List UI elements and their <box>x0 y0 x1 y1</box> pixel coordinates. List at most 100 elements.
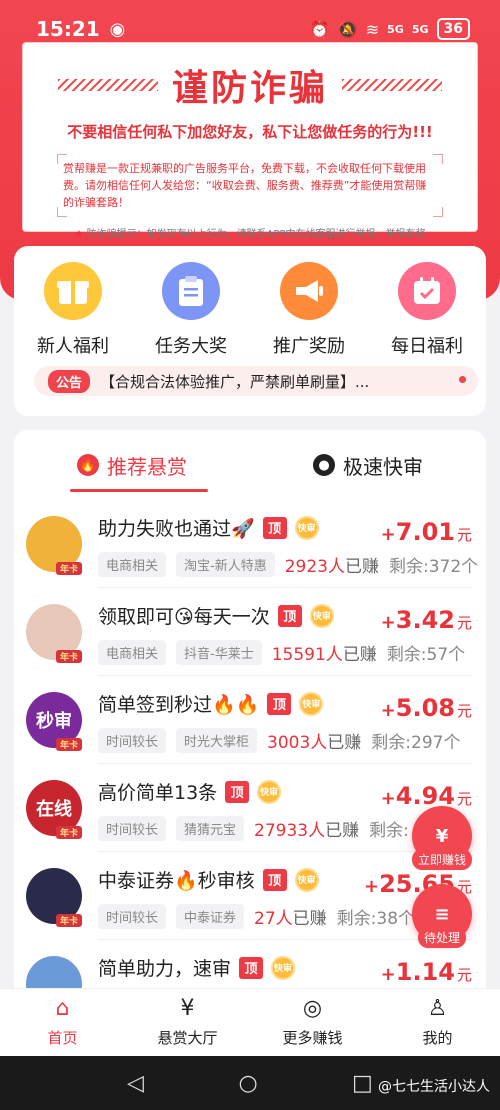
notice-bar[interactable]: 公告 【合规合法体验推广，严禁刷单刷量】... <box>34 366 478 396</box>
price-value: 5.08 <box>395 694 455 722</box>
top-badge: 顶 <box>239 956 264 979</box>
annual-card-badge: 年卡 <box>56 826 83 839</box>
recents-icon[interactable]: □ <box>352 1071 373 1096</box>
price-unit: 元 <box>456 526 472 544</box>
task-meta: 电商相关 抖音-华莱士 15591人已赚 剩余:57个 <box>98 640 465 665</box>
feature-card: 新人福利 任务大奖 推广奖励 每日福利 公告 【合规合法体验推广，严禁刷单刷量】… <box>14 246 486 416</box>
nav-mine[interactable]: ♙ 我的 <box>375 989 500 1056</box>
feature-task-prize[interactable]: 任务大奖 <box>141 262 241 358</box>
earned-count: 3003人已赚 <box>267 728 361 753</box>
home-circle-icon[interactable]: ○ <box>238 1071 257 1096</box>
nav-label: 更多赚钱 <box>282 1029 343 1047</box>
price-plus: + <box>380 788 396 809</box>
mute-icon: 🔕 <box>337 19 358 39</box>
warning-body-box: 赏帮赚是一款正规兼职的广告服务平台，免费下载，不会收取任何下载使用费。请勿相信任… <box>57 154 443 217</box>
watermark: @七七生活小达人 <box>378 1079 490 1095</box>
task-tag: 抖音-华莱士 <box>176 640 262 665</box>
task-row[interactable]: 年卡 助力失败也通过🚀 顶快审 电商相关 淘宝-新人特惠 2923人已赚 剩余:372个 +7… <box>14 500 486 588</box>
task-tag: 猜猜元宝 <box>176 816 245 841</box>
price-value: 1.14 <box>395 958 455 986</box>
notice-dot <box>459 376 466 383</box>
notice-tag: 公告 <box>48 369 91 393</box>
nav-home[interactable]: ⌂ 首页 <box>0 989 125 1056</box>
avatar-text: 秒审 <box>36 711 72 732</box>
feature-new-user[interactable]: 新人福利 <box>23 262 123 358</box>
feature-label: 推广奖励 <box>273 336 345 357</box>
clipboard-icon <box>162 262 220 320</box>
earned-suffix: 已赚 <box>292 909 327 929</box>
notice-text: 【合规合法体验推广，严禁刷单刷量】... <box>100 372 370 391</box>
price-unit: 元 <box>456 702 472 720</box>
hatch-decoration-right <box>342 79 442 91</box>
user-icon: ● <box>313 454 335 476</box>
price-unit: 元 <box>456 790 472 808</box>
feature-promotion[interactable]: 推广奖励 <box>259 262 359 358</box>
status-icons: ⏰ 🔕 ≋ 5G 5G 36 <box>310 18 470 40</box>
nav-reward-hall[interactable]: ¥ 悬赏大厅 <box>125 989 250 1056</box>
fast-review-badge: 快审 <box>299 691 324 716</box>
earned-number: 2923人 <box>284 557 345 577</box>
task-row[interactable]: 年卡 领取即可😘每天一次顶快审 电商相关 抖音-华莱士 15591人已赚 剩余:57个 +3… <box>14 588 486 676</box>
alarm-icon: ⏰ <box>309 19 330 39</box>
tab-fast-review[interactable]: ● 极速快审 <box>250 430 486 500</box>
earned-suffix: 已赚 <box>327 733 362 753</box>
task-tag: 电商相关 <box>98 552 167 577</box>
task-price: +3.42 元 <box>381 606 472 634</box>
task-tag: 中泰证券 <box>176 904 245 929</box>
price-plus: + <box>380 612 396 633</box>
price-plus: + <box>380 524 396 545</box>
earned-number: 27人 <box>254 909 293 929</box>
task-meta: 时间较长 猜猜元宝 27933人已赚 剩余: <box>98 816 409 841</box>
price-unit: 元 <box>456 966 472 984</box>
nav-label: 我的 <box>422 1029 453 1047</box>
nav-more-earn[interactable]: ◎ 更多赚钱 <box>250 989 375 1056</box>
price-plus: + <box>380 964 396 985</box>
fast-review-badge: 快审 <box>271 955 296 980</box>
feature-label: 任务大奖 <box>155 336 227 357</box>
fire-icon: 🔥 <box>77 454 99 476</box>
task-list-card: 🔥 推荐悬赏 ● 极速快审 年卡 助力失败也通过🚀 顶快审 电商相关 淘宝-新人特惠 29… <box>14 430 486 1030</box>
tab-bar: 🔥 推荐悬赏 ● 极速快审 <box>14 430 486 500</box>
task-tag: 时间较长 <box>98 728 167 753</box>
task-row[interactable]: 秒审 年卡 简单签到秒过🔥🔥 顶快审 时间较长 时光大掌柜 3003人已赚 剩余:297个 +5… <box>14 676 486 764</box>
tab-label: 极速快审 <box>343 454 423 479</box>
gamepad-icon: ◎ <box>302 996 323 1021</box>
earned-suffix: 已赚 <box>342 645 377 665</box>
top-badge: 顶 <box>262 868 287 891</box>
remaining-count: 剩余:57个 <box>386 645 466 665</box>
top-badge: 顶 <box>262 516 287 539</box>
megaphone-icon <box>280 262 338 320</box>
signal-icon-2: 5G <box>411 22 429 36</box>
task-tag: 电商相关 <box>98 640 167 665</box>
fast-review-badge: 快审 <box>257 779 282 804</box>
earn-now-button[interactable]: ¥ 立即赚钱 <box>412 806 473 870</box>
fraud-warning-card: 谨防诈骗 不要相信任何私下加您好友，私下让您做任务的行为!!! 赏帮赚是一款正规… <box>22 42 478 240</box>
remaining-count: 剩余:297个 <box>371 733 461 753</box>
task-price: +1.14 元 <box>381 958 472 986</box>
task-meta: 时间较长 中泰证券 27人已赚 剩余:38个 <box>98 904 415 929</box>
nav-label: 悬赏大厅 <box>157 1029 218 1047</box>
tab-label: 推荐悬赏 <box>107 454 187 479</box>
earned-number: 27933人 <box>254 821 326 841</box>
tab-recommended[interactable]: 🔥 推荐悬赏 <box>14 430 250 500</box>
back-icon[interactable]: ◁ <box>127 1071 144 1096</box>
feature-label: 新人福利 <box>37 336 109 357</box>
calendar-icon <box>398 262 456 320</box>
task-title-row: 领取即可😘每天一次顶快审 <box>98 602 334 629</box>
warning-tip: ★ 防诈骗提示：如发现有以上行为，请联系APP内在线客服进行举报，举报有奖 <box>23 225 477 240</box>
earned-count: 27人已赚 <box>254 904 327 929</box>
top-badge: 顶 <box>225 780 250 803</box>
annual-card-badge: 年卡 <box>56 650 83 663</box>
remaining-count: 剩余:372个 <box>388 557 479 577</box>
chat-icon: ≡ <box>434 903 450 925</box>
signal-icon: 5G <box>387 22 404 36</box>
annual-card-badge: 年卡 <box>56 914 83 927</box>
task-title: 助力失败也通过🚀 <box>98 518 255 540</box>
remaining-count: 剩余: <box>369 821 409 841</box>
wifi-icon: ≋ <box>365 19 380 39</box>
earned-number: 15591人 <box>271 645 343 665</box>
pending-button[interactable]: ≡ 待处理 <box>412 884 472 948</box>
nav-label: 首页 <box>47 1029 78 1047</box>
price-plus: + <box>363 876 380 897</box>
feature-daily[interactable]: 每日福利 <box>377 262 477 358</box>
